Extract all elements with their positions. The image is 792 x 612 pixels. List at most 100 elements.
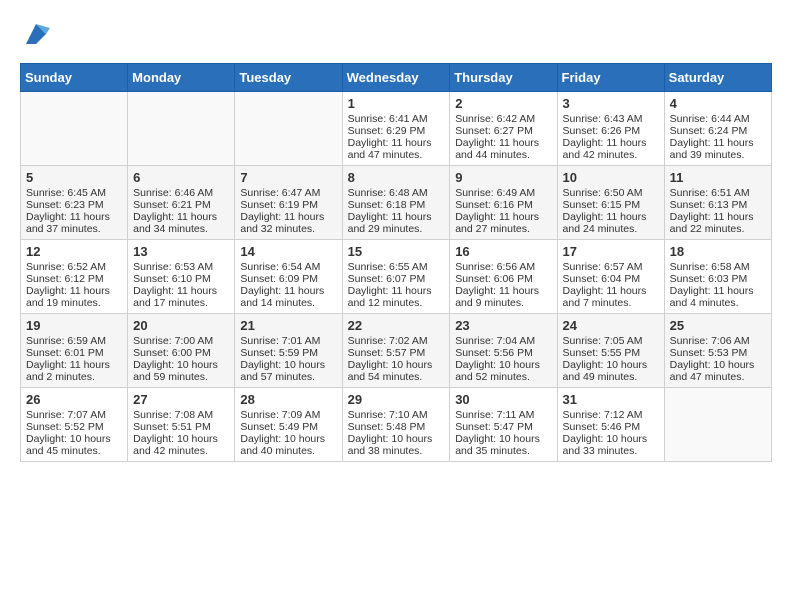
day-info: Sunset: 6:16 PM: [455, 199, 551, 211]
day-info: Daylight: 11 hours and 17 minutes.: [133, 285, 229, 309]
calendar-table: SundayMondayTuesdayWednesdayThursdayFrid…: [20, 63, 772, 462]
week-row-1: 1Sunrise: 6:41 AMSunset: 6:29 PMDaylight…: [21, 92, 772, 166]
day-number: 31: [563, 392, 659, 407]
day-number: 2: [455, 96, 551, 111]
day-info: Sunrise: 7:06 AM: [670, 335, 766, 347]
day-number: 20: [133, 318, 229, 333]
day-info: Daylight: 11 hours and 19 minutes.: [26, 285, 122, 309]
day-cell: 25Sunrise: 7:06 AMSunset: 5:53 PMDayligh…: [664, 314, 771, 388]
day-info: Sunrise: 6:44 AM: [670, 113, 766, 125]
day-info: Sunset: 6:12 PM: [26, 273, 122, 285]
week-row-4: 19Sunrise: 6:59 AMSunset: 6:01 PMDayligh…: [21, 314, 772, 388]
day-info: Sunset: 6:13 PM: [670, 199, 766, 211]
day-info: Sunset: 6:26 PM: [563, 125, 659, 137]
day-info: Daylight: 11 hours and 24 minutes.: [563, 211, 659, 235]
day-info: Sunrise: 7:05 AM: [563, 335, 659, 347]
day-cell: [235, 92, 342, 166]
day-number: 23: [455, 318, 551, 333]
day-info: Sunrise: 7:00 AM: [133, 335, 229, 347]
day-info: Sunrise: 6:43 AM: [563, 113, 659, 125]
week-row-2: 5Sunrise: 6:45 AMSunset: 6:23 PMDaylight…: [21, 166, 772, 240]
day-info: Sunrise: 6:56 AM: [455, 261, 551, 273]
day-info: Sunrise: 7:02 AM: [348, 335, 445, 347]
day-info: Daylight: 11 hours and 32 minutes.: [240, 211, 336, 235]
day-info: Sunrise: 6:42 AM: [455, 113, 551, 125]
day-info: Sunset: 6:27 PM: [455, 125, 551, 137]
day-info: Daylight: 11 hours and 29 minutes.: [348, 211, 445, 235]
day-info: Sunrise: 6:50 AM: [563, 187, 659, 199]
day-info: Daylight: 11 hours and 37 minutes.: [26, 211, 122, 235]
day-info: Daylight: 10 hours and 47 minutes.: [670, 359, 766, 383]
day-info: Daylight: 10 hours and 54 minutes.: [348, 359, 445, 383]
day-info: Sunrise: 7:11 AM: [455, 409, 551, 421]
day-info: Sunset: 6:07 PM: [348, 273, 445, 285]
day-cell: 18Sunrise: 6:58 AMSunset: 6:03 PMDayligh…: [664, 240, 771, 314]
day-info: Daylight: 11 hours and 47 minutes.: [348, 137, 445, 161]
day-cell: 1Sunrise: 6:41 AMSunset: 6:29 PMDaylight…: [342, 92, 450, 166]
day-info: Daylight: 10 hours and 33 minutes.: [563, 433, 659, 457]
day-info: Daylight: 10 hours and 59 minutes.: [133, 359, 229, 383]
day-info: Daylight: 10 hours and 45 minutes.: [26, 433, 122, 457]
day-number: 12: [26, 244, 122, 259]
day-info: Sunset: 5:57 PM: [348, 347, 445, 359]
day-info: Sunrise: 6:59 AM: [26, 335, 122, 347]
week-row-5: 26Sunrise: 7:07 AMSunset: 5:52 PMDayligh…: [21, 388, 772, 462]
day-number: 8: [348, 170, 445, 185]
day-info: Daylight: 10 hours and 35 minutes.: [455, 433, 551, 457]
day-info: Sunset: 5:52 PM: [26, 421, 122, 433]
day-number: 7: [240, 170, 336, 185]
day-number: 21: [240, 318, 336, 333]
day-info: Sunrise: 7:09 AM: [240, 409, 336, 421]
day-info: Sunrise: 6:58 AM: [670, 261, 766, 273]
day-number: 22: [348, 318, 445, 333]
weekday-thursday: Thursday: [450, 64, 557, 92]
day-cell: 26Sunrise: 7:07 AMSunset: 5:52 PMDayligh…: [21, 388, 128, 462]
day-info: Daylight: 11 hours and 44 minutes.: [455, 137, 551, 161]
day-cell: 3Sunrise: 6:43 AMSunset: 6:26 PMDaylight…: [557, 92, 664, 166]
day-cell: [664, 388, 771, 462]
day-number: 28: [240, 392, 336, 407]
day-info: Sunset: 5:48 PM: [348, 421, 445, 433]
day-info: Daylight: 11 hours and 22 minutes.: [670, 211, 766, 235]
day-number: 14: [240, 244, 336, 259]
day-info: Daylight: 10 hours and 52 minutes.: [455, 359, 551, 383]
day-info: Sunset: 6:18 PM: [348, 199, 445, 211]
page: SundayMondayTuesdayWednesdayThursdayFrid…: [0, 0, 792, 472]
day-info: Sunset: 6:15 PM: [563, 199, 659, 211]
weekday-sunday: Sunday: [21, 64, 128, 92]
day-info: Sunrise: 6:41 AM: [348, 113, 445, 125]
day-info: Sunset: 6:29 PM: [348, 125, 445, 137]
day-cell: 19Sunrise: 6:59 AMSunset: 6:01 PMDayligh…: [21, 314, 128, 388]
day-info: Daylight: 10 hours and 40 minutes.: [240, 433, 336, 457]
day-info: Sunset: 5:47 PM: [455, 421, 551, 433]
day-cell: 11Sunrise: 6:51 AMSunset: 6:13 PMDayligh…: [664, 166, 771, 240]
day-info: Daylight: 11 hours and 42 minutes.: [563, 137, 659, 161]
weekday-monday: Monday: [128, 64, 235, 92]
logo: [20, 20, 50, 53]
day-info: Sunrise: 6:52 AM: [26, 261, 122, 273]
day-info: Sunset: 5:55 PM: [563, 347, 659, 359]
day-cell: 6Sunrise: 6:46 AMSunset: 6:21 PMDaylight…: [128, 166, 235, 240]
day-info: Sunset: 5:46 PM: [563, 421, 659, 433]
day-cell: [21, 92, 128, 166]
week-row-3: 12Sunrise: 6:52 AMSunset: 6:12 PMDayligh…: [21, 240, 772, 314]
day-cell: 5Sunrise: 6:45 AMSunset: 6:23 PMDaylight…: [21, 166, 128, 240]
day-info: Sunset: 6:06 PM: [455, 273, 551, 285]
day-info: Sunrise: 7:10 AM: [348, 409, 445, 421]
logo-text: [20, 20, 50, 53]
day-info: Daylight: 11 hours and 2 minutes.: [26, 359, 122, 383]
day-info: Sunset: 5:56 PM: [455, 347, 551, 359]
day-number: 15: [348, 244, 445, 259]
day-number: 6: [133, 170, 229, 185]
day-cell: 31Sunrise: 7:12 AMSunset: 5:46 PMDayligh…: [557, 388, 664, 462]
day-info: Sunrise: 7:08 AM: [133, 409, 229, 421]
day-info: Daylight: 11 hours and 34 minutes.: [133, 211, 229, 235]
day-info: Sunset: 6:01 PM: [26, 347, 122, 359]
day-cell: 24Sunrise: 7:05 AMSunset: 5:55 PMDayligh…: [557, 314, 664, 388]
day-info: Daylight: 11 hours and 14 minutes.: [240, 285, 336, 309]
day-cell: 17Sunrise: 6:57 AMSunset: 6:04 PMDayligh…: [557, 240, 664, 314]
day-cell: 7Sunrise: 6:47 AMSunset: 6:19 PMDaylight…: [235, 166, 342, 240]
day-info: Sunrise: 6:49 AM: [455, 187, 551, 199]
day-cell: 29Sunrise: 7:10 AMSunset: 5:48 PMDayligh…: [342, 388, 450, 462]
day-info: Daylight: 11 hours and 4 minutes.: [670, 285, 766, 309]
